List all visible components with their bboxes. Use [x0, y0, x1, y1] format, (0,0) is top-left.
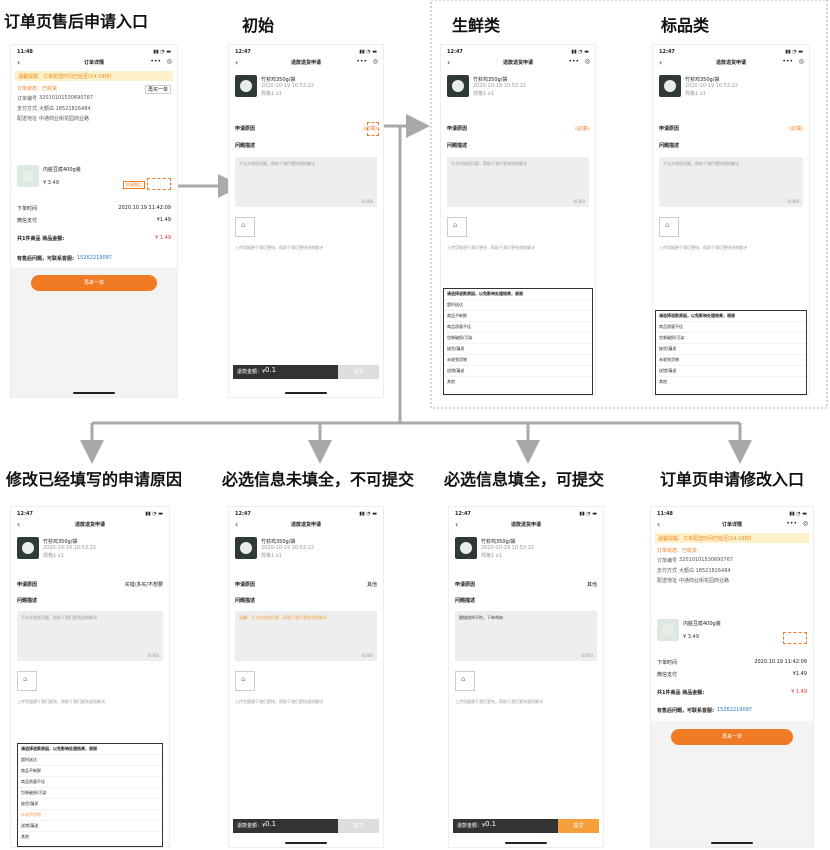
more-icon[interactable]: •••: [782, 58, 793, 65]
reorder-button[interactable]: 再来一单: [31, 275, 157, 291]
reason-list-modify: 请选择退款原因，以免影响处理结果，谢谢超时送达 商品不新鲜 商品质量不佳 包装破损/污…: [17, 743, 163, 847]
reason-list-header: 请选择退款原因，以免影响处理结果，谢谢: [659, 313, 735, 318]
reason-option[interactable]: 商品质量不佳: [18, 776, 162, 787]
photo-upload[interactable]: ⌂: [455, 671, 475, 691]
reason-option[interactable]: 商品不新鲜: [18, 765, 162, 776]
desc-input[interactable]: 不允许描述问题，帮助于我们更快速地解决 0/300: [235, 157, 377, 207]
camera-icon: ⌂: [241, 221, 246, 229]
highlight-box: [147, 178, 171, 190]
submit-button[interactable]: 提交: [558, 819, 599, 833]
camera-icon: ⌂: [453, 221, 458, 229]
apply-screen-modify: 12:47 ▮▮ ◔ ▬ ‹ 退款退货申请 竹荪鸡350g/袋 2020-10-19…: [10, 506, 170, 848]
camera-icon: ⌂: [23, 675, 28, 683]
reason-list-fresh: 请选择退款原因，以免影响处理结果，谢谢超时送达 商品不新鲜 商品质量不佳 包装破损/污…: [443, 288, 593, 395]
reason-option[interactable]: 送错/漏送: [18, 820, 162, 831]
order-product: 内脏豆腐400g装 ¥ 3.49 申请售后: [17, 165, 171, 193]
desc-input[interactable]: 不允许描述问题，帮助于我们更快速地解决 0/300: [17, 611, 163, 661]
reason-row[interactable]: 申请原因 其他: [235, 581, 377, 591]
submit-button[interactable]: 提交: [338, 365, 379, 379]
reason-option[interactable]: 缺货/漏发: [18, 798, 162, 809]
reason-option[interactable]: 其他: [18, 831, 162, 842]
reason-option[interactable]: 商品质量不佳: [656, 321, 806, 332]
target-icon[interactable]: ◎: [373, 58, 378, 65]
product-image: [657, 619, 679, 641]
notice-banner: 温馨提醒：订单配送时间已延至(14-18时): [15, 71, 173, 81]
reason-row[interactable]: 申请原因 买错/多买/不想要: [17, 581, 163, 591]
reason-option[interactable]: 送错/漏送: [656, 365, 806, 376]
reason-option[interactable]: 未收到货物: [656, 354, 806, 365]
submit-bar: 退款金额：¥ 0.1 提交: [233, 365, 379, 379]
more-icon[interactable]: •••: [786, 520, 797, 527]
reason-option[interactable]: 超时送达: [444, 299, 592, 310]
reason-option[interactable]: 送错/漏送: [444, 365, 592, 376]
target-icon[interactable]: ◎: [167, 58, 172, 65]
reason-option[interactable]: 缺货/漏发: [656, 343, 806, 354]
product-image: [17, 537, 39, 559]
reason-option[interactable]: 包装破损/污染: [444, 332, 592, 343]
apply-screen-initial: 12:47 ▮▮ ◔ ▬ ‹ 退款退货申请 ••• ◎ 竹荪鸡350g/袋 2020-1…: [228, 44, 384, 398]
order-screen-top: 11:48 ▮▮ ◔ ▬ ‹ 订单详情 ••• ◎ 温馨提醒：订单配送时间已延至…: [10, 44, 178, 398]
product-image: [455, 537, 477, 559]
reason-option[interactable]: 商品不新鲜: [444, 310, 592, 321]
reason-list-standard: 请选择退款原因，以免影响处理结果，谢谢商品质量不佳 包装破损/污染 缺货/漏发 未收到…: [655, 310, 807, 395]
reason-option[interactable]: 其他: [444, 376, 592, 387]
highlight-box: [783, 632, 807, 644]
more-icon[interactable]: •••: [356, 58, 367, 65]
reason-row[interactable]: 申请原因 (必填): [447, 125, 589, 135]
reason-row[interactable]: 申请原因 (必填): [235, 125, 377, 135]
target-icon[interactable]: ◎: [799, 58, 804, 65]
submit-bar: 退款金额：¥ 0.1 提交: [453, 819, 599, 833]
reason-row[interactable]: 申请原因 其他: [455, 581, 597, 591]
submit-button[interactable]: 提交: [338, 819, 379, 833]
reason-option[interactable]: 包装破损/污染: [18, 787, 162, 798]
apply-screen-fresh: 12:47 ▮▮ ◔ ▬ ‹ 退款退货申请 ••• ◎ 竹荪鸡350g/袋 2020-1…: [440, 44, 596, 396]
photo-upload[interactable]: ⌂: [235, 671, 255, 691]
apply-screen-complete: 12:47 ▮▮ ◔ ▬ ‹ 退款退货申请 竹荪鸡350g/袋 2020-10-19…: [448, 506, 604, 848]
notice-banner: 温馨提醒：订单配送时间已延至(14-18时): [655, 533, 809, 543]
order-screen-bottom: 11:48 ▮▮ ◔ ▬ ‹ 订单详情 ••• ◎ 温馨提醒：订单配送时间已延至(14…: [650, 506, 814, 848]
reason-option[interactable]: 其他: [656, 376, 806, 387]
reason-option[interactable]: 商品质量不佳: [444, 321, 592, 332]
reason-list-header: 请选择退款原因，以免影响处理结果，谢谢: [21, 746, 97, 751]
product-image: [17, 165, 39, 187]
submit-bar: 退款金额：¥ 0.1 提交: [233, 819, 379, 833]
product-image: [447, 75, 469, 97]
target-icon[interactable]: ◎: [585, 58, 590, 65]
desc-input[interactable]: 温馨：不允许描述问题，帮助于我们更快速地解决 0/300: [235, 611, 377, 661]
reason-option[interactable]: 超时送达: [18, 754, 162, 765]
reason-option[interactable]: 未收到货物: [18, 809, 162, 820]
highlight-box: [367, 122, 379, 136]
more-icon[interactable]: •••: [150, 58, 161, 65]
reason-row[interactable]: 申请原因 (必填): [659, 125, 803, 135]
desc-input[interactable]: 不允许描述问题，帮助于我们更快速地解决 0/300: [447, 157, 589, 207]
desc-input[interactable]: 跟描述的不符，下单鸡肉 0/300: [455, 611, 597, 661]
product-image: [235, 537, 257, 559]
reason-option[interactable]: 包装破损/污染: [656, 332, 806, 343]
after-sale-button[interactable]: 申请售后: [123, 181, 145, 189]
apply-screen-standard: 12:47 ▮▮ ◔ ▬ ‹ 退款退货申请 ••• ◎ 竹荪鸡350g/袋 2020-1…: [652, 44, 810, 396]
reason-option[interactable]: 缺货/漏发: [444, 343, 592, 354]
reason-option[interactable]: 未收到货物: [444, 354, 592, 365]
reason-list-header: 请选择退款原因，以免影响处理结果，谢谢: [447, 291, 523, 296]
reorder-button[interactable]: 再来一单: [671, 729, 793, 745]
camera-icon: ⌂: [665, 221, 670, 229]
camera-icon: ⌂: [241, 675, 246, 683]
product-image: [659, 75, 681, 97]
product-image: [235, 75, 257, 97]
camera-icon: ⌂: [461, 675, 466, 683]
apply-screen-incomplete: 12:47 ▮▮ ◔ ▬ ‹ 退款退货申请 竹荪鸡350g/袋 2020-10-19…: [228, 506, 384, 848]
desc-input[interactable]: 不允许描述问题，帮助于我们更快速地解决 0/300: [659, 157, 803, 207]
more-icon[interactable]: •••: [568, 58, 579, 65]
target-icon[interactable]: ◎: [803, 520, 808, 527]
photo-upload[interactable]: ⌂: [17, 671, 37, 691]
photo-upload[interactable]: ⌂: [447, 217, 467, 237]
photo-upload[interactable]: ⌂: [659, 217, 679, 237]
photo-upload[interactable]: ⌂: [235, 217, 255, 237]
